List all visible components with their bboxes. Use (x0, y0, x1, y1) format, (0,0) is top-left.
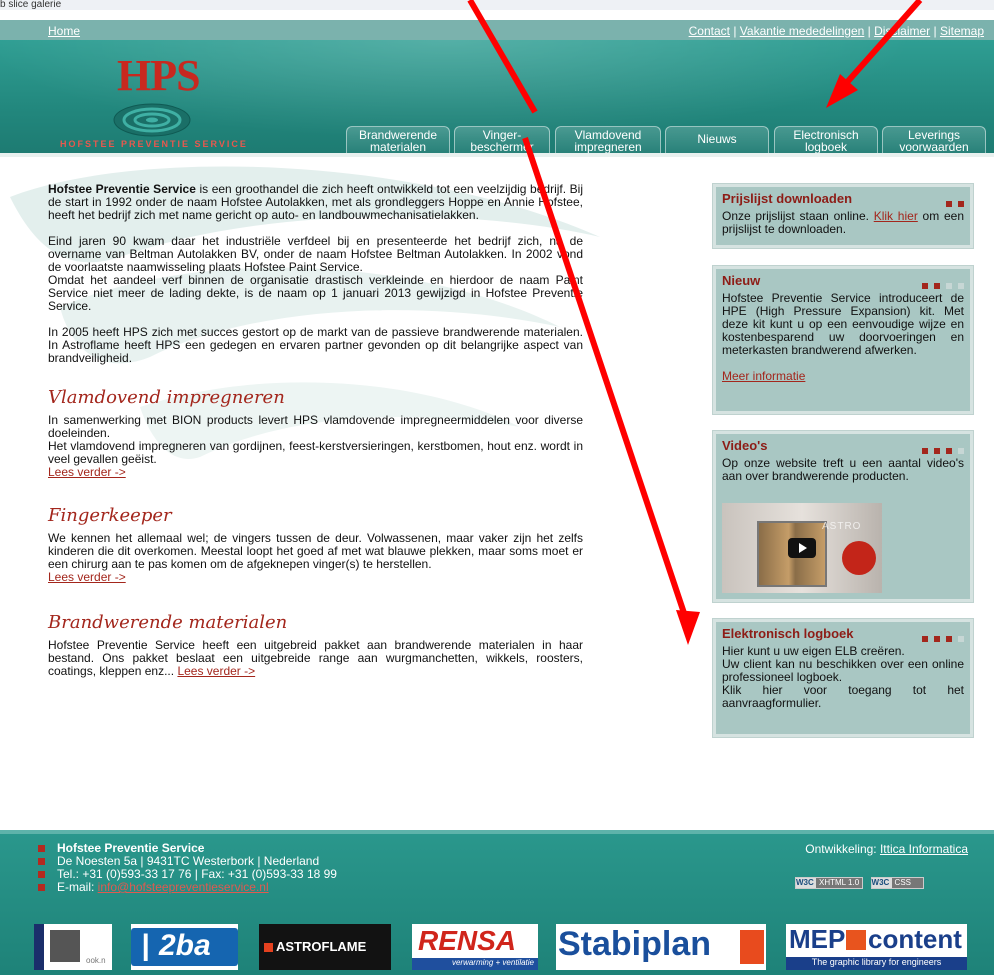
browser-tab-strip: b slice galerie (0, 0, 994, 10)
logo-mepcontent[interactable]: MEP content The graphic library for engi… (786, 924, 967, 970)
play-icon[interactable] (788, 538, 816, 558)
read-more-link[interactable]: Lees verder -> (48, 570, 126, 584)
site-footer: Hofstee Preventie Service De Noesten 5a … (0, 830, 994, 975)
sitemap-link[interactable]: Sitemap (940, 24, 984, 38)
sidebar-box-prijslijst: Prijslijst downloaden Onze prijslijst st… (712, 183, 974, 249)
logo-stabiplan[interactable]: Stabiplan (556, 924, 766, 970)
sidebar-box-nieuw: Nieuw Hofstee Preventie Service introduc… (712, 265, 974, 415)
intro-paragraph-2: Eind jaren 90 kwam daar het industriële … (48, 234, 583, 274)
box-indicator-dots (916, 277, 964, 292)
intro-paragraph-1: Hofstee Preventie Service is een grootha… (48, 182, 583, 222)
email-link[interactable]: info@hofsteepreventieservice.nl (98, 880, 269, 894)
contact-link[interactable]: Contact (689, 24, 730, 38)
developer-link[interactable]: Ittica Informatica (880, 842, 968, 856)
logo-2ba[interactable]: | 2ba (131, 924, 238, 970)
box-title: Elektronisch logboek (722, 626, 854, 641)
nav-tab-nieuws[interactable]: Nieuws (665, 126, 769, 153)
logo-partner-1[interactable]: ook.n (34, 924, 112, 970)
nav-tab-leveringsvoorwaarden[interactable]: Leverings voorwaarden (882, 126, 986, 153)
read-more-link[interactable]: Lees verder -> (177, 664, 255, 678)
site-header: HPS HOFSTEE PREVENTIE SERVICE Brandweren… (0, 40, 994, 157)
intro-paragraph-2b: Omdat het aandeel verf binnen de organis… (48, 273, 583, 313)
box-title: Nieuw (722, 273, 761, 288)
nav-tab-logboek[interactable]: Electronisch logboek (774, 126, 878, 153)
box-title: Prijslijst downloaden (722, 191, 853, 206)
section-text-brandwerende: Hofstee Preventie Service heeft een uitg… (48, 638, 583, 678)
box-indicator-dots (940, 195, 964, 210)
section-title-brandwerende: Brandwerende materialen (48, 612, 288, 633)
sidebar-box-logboek: Elektronisch logboek Hier kunt u uw eige… (712, 618, 974, 738)
separator: | (733, 24, 737, 38)
intro-paragraph-3: In 2005 heeft HPS zich met succes gestor… (48, 325, 583, 365)
section-title-vlamdovend: Vlamdovend impregneren (48, 387, 285, 408)
annotation-arrowhead-2 (676, 610, 700, 645)
sidebar-box-videos: Video's Op onze website treft u een aant… (712, 430, 974, 603)
video-watermark: ASTRO (822, 521, 862, 532)
logo-rensa[interactable]: RENSA verwarming + ventilatie (412, 924, 538, 970)
main-content: Hofstee Preventie Service is een grootha… (48, 183, 583, 678)
separator: | (867, 24, 871, 38)
box-title: Video's (722, 438, 768, 453)
box-indicator-dots (916, 442, 964, 457)
more-info-link[interactable]: Meer informatie (722, 369, 805, 383)
price-list-download-link[interactable]: Klik hier (874, 209, 918, 223)
section-text-fingerkeeper: We kennen het allemaal wel; de vingers t… (48, 531, 583, 584)
logo-subtitle: HOFSTEE PREVENTIE SERVICE (60, 139, 248, 149)
contact-info: Hofstee Preventie Service De Noesten 5a … (38, 842, 337, 894)
nav-tab-vingerbeschermer[interactable]: Vinger-beschermer (454, 126, 550, 153)
section-text-vlamdovend: In samenwerking met BION products levert… (48, 413, 583, 479)
red-disc-image (842, 541, 876, 575)
top-links-bar: Home Contact | Vakantie mededelingen | D… (0, 20, 994, 40)
logo-swirl-icon (113, 103, 191, 137)
box-indicator-dots (916, 630, 964, 645)
tab-title: b slice galerie (0, 0, 62, 10)
partner-logos: ook.n | 2ba ASTROFLAME RENSA verwarming … (0, 924, 994, 970)
section-title-fingerkeeper: Fingerkeeper (48, 505, 172, 526)
w3c-css-badge[interactable]: W3C CSS (870, 877, 924, 889)
nav-tab-brandwerende[interactable]: Brandwerende materialen (346, 126, 450, 153)
home-link[interactable]: Home (48, 24, 80, 38)
separator: | (933, 24, 937, 38)
developer-credit: Ontwikkeling: Ittica Informatica (805, 842, 968, 856)
read-more-link[interactable]: Lees verder -> (48, 465, 126, 479)
video-thumbnail[interactable]: ASTRO (722, 503, 882, 593)
elb-request-text[interactable]: Klik hier voor toegang tot het aanvraagf… (722, 684, 964, 710)
logo-mark[interactable]: HPS (117, 50, 201, 101)
w3c-xhtml-badge[interactable]: W3C XHTML 1.0 (795, 877, 864, 889)
logo-astroflame[interactable]: ASTROFLAME (259, 924, 391, 970)
disclaimer-link[interactable]: Disclaimer (874, 24, 930, 38)
w3c-badges: W3C XHTML 1.0 W3C CSS (795, 874, 928, 889)
nav-tab-vlamdovend[interactable]: Vlamdovend impregneren (555, 126, 661, 153)
utility-links: Contact | Vakantie mededelingen | Discla… (689, 24, 984, 38)
vacation-link[interactable]: Vakantie mededelingen (740, 24, 865, 38)
